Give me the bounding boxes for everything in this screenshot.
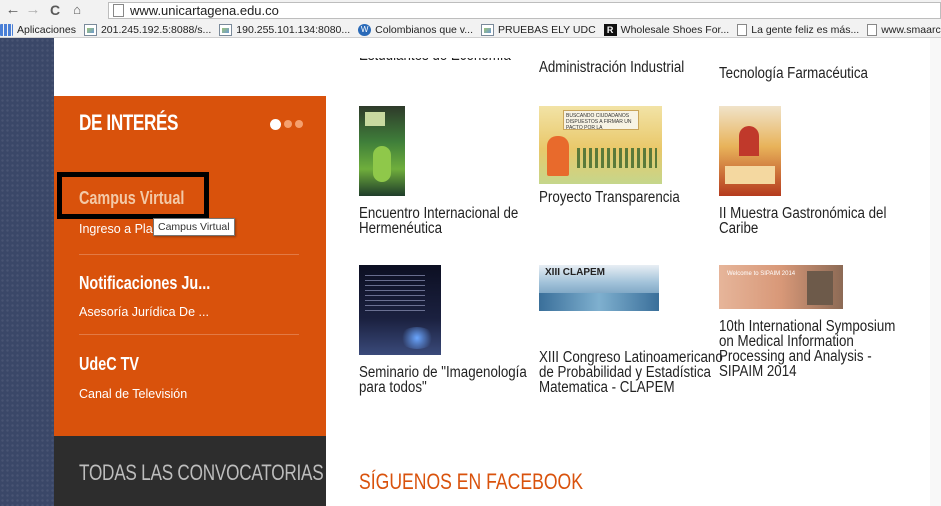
news-title[interactable]: Encuentro Internacional de Hermenéutica — [359, 206, 518, 237]
udec-tv-link[interactable]: UdeC TV — [79, 354, 139, 375]
scrollbar[interactable] — [930, 38, 941, 506]
carousel-dot[interactable] — [284, 120, 292, 128]
bookmark-label: 201.245.192.5:8088/s... — [100, 23, 212, 36]
bookmark-label: 190.255.101.134:8080... — [236, 23, 351, 36]
todas-convocatorias-link[interactable]: TODAS LAS CONVOCATORIAS — [79, 460, 324, 486]
panel-title: DE INTERÉS — [79, 110, 179, 135]
highlight-box — [57, 172, 209, 219]
reload-icon[interactable]: C — [46, 1, 64, 19]
address-row: ← → C ⌂ www.unicartagena.edu.co — [0, 0, 941, 20]
bookmark-label: PRUEBAS ELY UDC — [498, 23, 596, 36]
bookmark-label: Colombianos que v... — [375, 23, 474, 36]
page-icon — [113, 4, 124, 17]
divider — [79, 254, 299, 255]
news-title-line: Caribe — [719, 220, 759, 237]
browser-toolbar: ← → C ⌂ www.unicartagena.edu.co Aplicaci… — [0, 0, 941, 38]
bookmark-item[interactable]: W Colombianos que v... — [358, 23, 474, 36]
news-title[interactable]: Proyecto Transparencia — [539, 189, 680, 206]
address-bar[interactable]: www.unicartagena.edu.co — [108, 2, 941, 19]
poster-text-lines — [365, 275, 425, 315]
bookmark-item[interactable]: 190.255.101.134:8080... — [219, 23, 351, 36]
poster-detail — [725, 166, 775, 184]
campus-virtual-subtitle[interactable]: Ingreso a Pla — [79, 222, 153, 236]
udec-tv-subtitle[interactable]: Canal de Televisión — [79, 387, 187, 401]
r-logo-icon: R — [603, 23, 617, 36]
poster-crowd — [577, 148, 657, 168]
image-icon — [481, 23, 495, 36]
poster-figure — [373, 146, 391, 182]
notificaciones-subtitle[interactable]: Asesoría Jurídica De ... — [79, 305, 209, 319]
apps-icon — [0, 23, 13, 36]
news-title[interactable]: Seminario de "Imagenología para todos" — [359, 365, 527, 396]
page-background-edge — [0, 38, 54, 506]
page-icon — [867, 23, 878, 36]
news-title-text: Administración Industrial — [539, 59, 685, 76]
poster-detail — [739, 126, 759, 156]
news-title-text: Estudiantes de Economía — [359, 47, 511, 64]
news-title-text: Tecnología Farmacéutica — [719, 65, 868, 82]
url-text: www.unicartagena.edu.co — [130, 3, 279, 18]
clapem-thumbnail[interactable]: XIII CLAPEM — [539, 265, 659, 311]
bookmark-label: Wholesale Shoes For... — [620, 23, 730, 36]
imagenologia-thumbnail[interactable] — [359, 265, 441, 355]
news-title-text: Proyecto Transparencia — [539, 189, 680, 206]
bookmark-item[interactable]: PRUEBAS ELY UDC — [481, 23, 596, 36]
forward-arrow-icon[interactable]: → — [24, 1, 42, 19]
wordpress-icon: W — [358, 23, 372, 36]
news-title[interactable]: XIII Congreso Latinoamericano de Probabi… — [539, 350, 723, 396]
image-icon — [83, 23, 97, 36]
news-title-line: para todos" — [359, 379, 427, 396]
bookmarks-bar: Aplicaciones 201.245.192.5:8088/s... 190… — [0, 21, 941, 38]
news-title-line: Matematica - CLAPEM — [539, 379, 675, 396]
home-icon[interactable]: ⌂ — [68, 1, 86, 19]
hermeneutica-thumbnail[interactable] — [359, 106, 405, 196]
news-title[interactable]: Administración Industrial — [539, 59, 685, 76]
poster-building — [807, 271, 833, 305]
poster-title: XIII CLAPEM — [545, 267, 606, 278]
carousel-dot[interactable] — [270, 119, 281, 130]
sipaim-thumbnail[interactable]: Welcome to SIPAIM 2014 — [719, 265, 843, 309]
poster-glow — [399, 327, 435, 349]
gastronomica-thumbnail[interactable] — [719, 106, 781, 196]
poster-text: Welcome to SIPAIM 2014 — [727, 271, 796, 277]
image-icon — [219, 23, 233, 36]
tooltip: Campus Virtual — [153, 218, 235, 236]
bookmark-item[interactable]: La gente feliz es más... — [737, 23, 860, 36]
poster-text: BUSCANDO CIUDADANOS DISPUESTOS A FIRMAR … — [563, 110, 639, 130]
poster-skyline — [539, 293, 659, 311]
news-title[interactable]: II Muestra Gastronómica del Caribe — [719, 206, 886, 237]
bookmark-label: Aplicaciones — [17, 23, 76, 36]
bookmark-label: www.smaarc.edu.c — [881, 23, 941, 36]
notificaciones-link[interactable]: Notificaciones Ju... — [79, 273, 210, 294]
poster-character — [547, 136, 569, 176]
bookmark-apps[interactable]: Aplicaciones — [0, 23, 76, 36]
carousel-dots — [270, 119, 303, 130]
bookmark-label: La gente feliz es más... — [751, 23, 860, 36]
page-icon — [737, 23, 748, 36]
facebook-section-title: SÍGUENOS EN FACEBOOK — [359, 469, 583, 494]
back-arrow-icon[interactable]: ← — [4, 1, 22, 19]
de-interes-panel — [54, 96, 326, 436]
news-title[interactable]: Tecnología Farmacéutica — [719, 65, 868, 82]
bookmark-item[interactable]: www.smaarc.edu.c — [867, 23, 941, 36]
carousel-dot[interactable] — [295, 120, 303, 128]
poster-detail — [365, 112, 385, 126]
news-title[interactable]: Estudiantes de Economía — [359, 47, 511, 64]
news-title-line: Hermenéutica — [359, 220, 442, 237]
news-title-line: SIPAIM 2014 — [719, 363, 797, 380]
news-title[interactable]: 10th International Symposium on Medical … — [719, 319, 895, 380]
transparencia-thumbnail[interactable]: BUSCANDO CIUDADANOS DISPUESTOS A FIRMAR … — [539, 106, 662, 184]
divider — [79, 334, 299, 335]
bookmark-item[interactable]: 201.245.192.5:8088/s... — [83, 23, 212, 36]
bookmark-item[interactable]: R Wholesale Shoes For... — [603, 23, 730, 36]
